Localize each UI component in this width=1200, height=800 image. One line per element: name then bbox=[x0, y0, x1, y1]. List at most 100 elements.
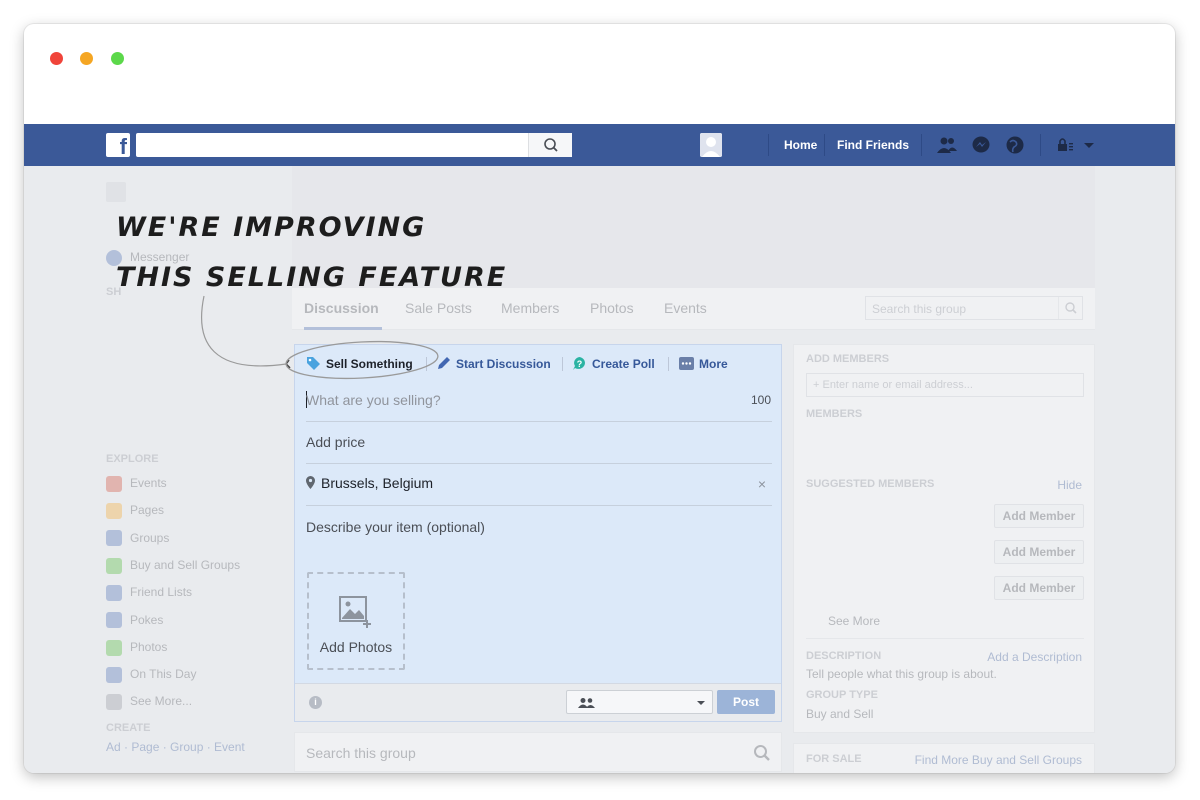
add-photos-button[interactable]: Add Photos bbox=[307, 572, 405, 670]
tab-photos[interactable]: Photos bbox=[590, 300, 634, 316]
sidebar-item-icon bbox=[106, 666, 122, 683]
add-member-placeholder: + Enter name or email address... bbox=[813, 379, 973, 391]
for-sale-panel: FOR SALE Find More Buy and Sell Groups bbox=[793, 743, 1095, 773]
divider bbox=[306, 463, 772, 464]
group-search-input[interactable]: Search this group bbox=[865, 296, 1083, 320]
tab-label: Sell Something bbox=[326, 357, 413, 371]
sidebar-create-links[interactable]: Ad · Page · Group · Event bbox=[106, 738, 245, 756]
title-char-counter: 100 bbox=[750, 393, 771, 407]
privacy-lock-icon[interactable] bbox=[1056, 135, 1076, 155]
tab-divider bbox=[668, 357, 669, 371]
see-more-link[interactable]: See More bbox=[828, 614, 880, 628]
location-input[interactable]: Brussels, Belgium bbox=[321, 475, 433, 491]
tab-members[interactable]: Members bbox=[501, 300, 559, 316]
search-icon[interactable] bbox=[753, 744, 771, 762]
sidebar-item-icon bbox=[106, 585, 122, 602]
add-photo-icon bbox=[339, 596, 371, 628]
minimize-window-button[interactable] bbox=[80, 52, 93, 65]
more-dots-icon bbox=[679, 357, 694, 370]
add-members-heading: ADD MEMBERS bbox=[806, 353, 890, 365]
bottom-group-search-input[interactable]: Search this group bbox=[294, 732, 782, 772]
profile-avatar[interactable] bbox=[700, 133, 722, 157]
composer-tabs: Sell Something Start Discussion ? Create … bbox=[295, 345, 781, 383]
add-member-button[interactable]: Add Member bbox=[994, 504, 1084, 528]
add-member-input[interactable]: + Enter name or email address... bbox=[806, 373, 1084, 397]
sidebar-item-friend-lists[interactable]: Friend Lists bbox=[106, 583, 193, 602]
tab-more[interactable]: More bbox=[679, 356, 728, 371]
divider bbox=[306, 421, 772, 422]
facebook-top-bar: f Home Find Friends bbox=[24, 124, 1175, 166]
sidebar-item-events[interactable]: Events bbox=[106, 474, 167, 492]
group-search-button[interactable] bbox=[1058, 297, 1082, 319]
nav-divider bbox=[824, 134, 825, 156]
tab-create-poll[interactable]: ? Create Poll bbox=[572, 356, 655, 371]
global-search-input[interactable] bbox=[136, 133, 572, 157]
sidebar-item-buy-and-sell-groups[interactable]: Buy and Sell Groups bbox=[106, 556, 240, 574]
window-titlebar bbox=[24, 24, 1175, 124]
add-photos-label: Add Photos bbox=[319, 639, 393, 655]
group-search-placeholder: Search this group bbox=[872, 302, 967, 316]
sidebar-item-label: Friend Lists bbox=[130, 585, 193, 600]
price-tag-icon bbox=[307, 357, 320, 370]
pencil-icon bbox=[438, 357, 450, 369]
group-type-value: Buy and Sell bbox=[806, 707, 874, 721]
facebook-logo-icon[interactable]: f bbox=[106, 133, 130, 157]
messenger-icon[interactable] bbox=[970, 135, 992, 155]
post-button[interactable]: Post bbox=[717, 690, 775, 714]
chevron-down-icon bbox=[697, 701, 705, 705]
sidebar-item-label: Events bbox=[130, 476, 167, 490]
members-heading: MEMBERS bbox=[806, 408, 863, 420]
notifications-globe-icon[interactable] bbox=[1004, 135, 1026, 155]
poll-icon: ? bbox=[573, 357, 585, 370]
add-description-link[interactable]: Add a Description bbox=[987, 650, 1082, 664]
sidebar-profile-avatar[interactable] bbox=[106, 182, 126, 202]
tab-divider bbox=[426, 357, 427, 371]
sidebar-item-icon bbox=[106, 530, 122, 547]
sidebar-explore-heading: EXPLORE bbox=[106, 453, 159, 465]
price-input[interactable]: Add price bbox=[306, 434, 772, 450]
tab-label: Start Discussion bbox=[456, 357, 551, 371]
friend-requests-icon[interactable] bbox=[936, 135, 958, 155]
tab-discussion[interactable]: Discussion bbox=[304, 300, 379, 316]
item-title-input[interactable]: What are you selling? bbox=[306, 392, 772, 408]
composer-footer: i Post bbox=[295, 683, 781, 721]
suggested-members-heading: SUGGESTED MEMBERS bbox=[806, 478, 935, 490]
tab-sale-posts[interactable]: Sale Posts bbox=[405, 300, 472, 316]
hide-suggested-link[interactable]: Hide bbox=[1057, 478, 1082, 492]
info-icon[interactable]: i bbox=[309, 696, 322, 709]
sidebar-item-label: Pokes bbox=[130, 612, 164, 627]
remove-location-close-icon[interactable]: × bbox=[758, 476, 766, 492]
active-tab-indicator bbox=[304, 327, 382, 330]
nav-find-friends-link[interactable]: Find Friends bbox=[837, 138, 909, 152]
sidebar-item-pokes[interactable]: Pokes bbox=[106, 611, 163, 629]
sidebar-item-label: Pages bbox=[130, 503, 165, 518]
nav-divider bbox=[1040, 134, 1041, 156]
audience-select[interactable] bbox=[566, 690, 713, 714]
sidebar-item-photos[interactable]: Photos bbox=[106, 638, 167, 656]
maximize-window-button[interactable] bbox=[111, 52, 124, 65]
location-pin-icon bbox=[306, 476, 315, 489]
browser-window: f Home Find Friends Messenger SH EXPLORE… bbox=[24, 24, 1175, 773]
close-window-button[interactable] bbox=[50, 52, 63, 65]
sidebar-item-label: See More... bbox=[130, 694, 193, 709]
search-icon bbox=[544, 138, 558, 152]
description-input[interactable]: Describe your item (optional) bbox=[306, 519, 772, 535]
add-member-button[interactable]: Add Member bbox=[994, 576, 1084, 600]
sidebar-item-icon bbox=[106, 612, 122, 629]
tab-divider bbox=[562, 357, 563, 371]
search-icon bbox=[1065, 302, 1077, 314]
nav-home-link[interactable]: Home bbox=[784, 138, 817, 152]
sidebar-item-on-this-day[interactable]: On This Day bbox=[106, 665, 196, 683]
tab-start-discussion[interactable]: Start Discussion bbox=[436, 356, 551, 371]
nav-divider bbox=[921, 134, 922, 156]
add-member-button[interactable]: Add Member bbox=[994, 540, 1084, 564]
account-menu-chevron-down-icon[interactable] bbox=[1082, 135, 1096, 155]
tab-sell-something[interactable]: Sell Something bbox=[306, 356, 413, 371]
sidebar-item-icon bbox=[106, 694, 122, 711]
sidebar-item-pages[interactable]: Pages bbox=[106, 501, 165, 520]
sidebar-item-groups[interactable]: Groups bbox=[106, 529, 169, 547]
tab-events[interactable]: Events bbox=[664, 300, 707, 316]
sidebar-item-see-more[interactable]: See More... bbox=[106, 692, 193, 711]
find-more-groups-link[interactable]: Find More Buy and Sell Groups bbox=[915, 753, 1082, 767]
search-button[interactable] bbox=[528, 133, 572, 157]
